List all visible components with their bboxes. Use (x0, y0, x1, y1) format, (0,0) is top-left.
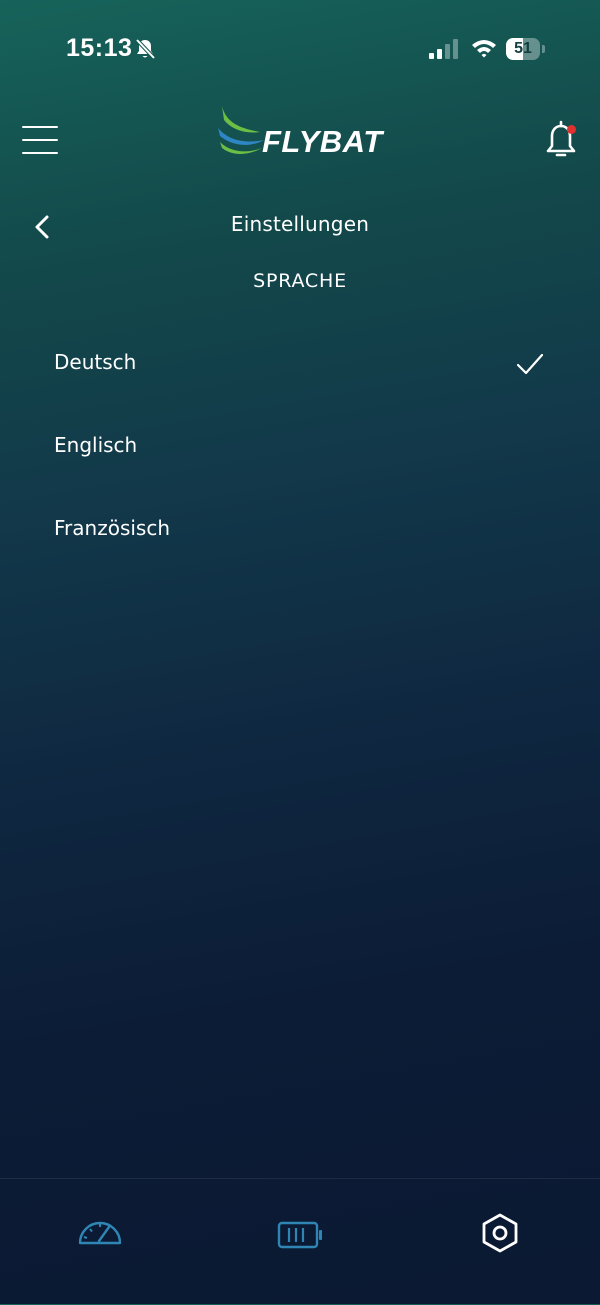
page-title: Einstellungen (230, 212, 370, 236)
flybat-logo-text: FLYBAT (262, 124, 383, 159)
back-button[interactable] (30, 212, 56, 242)
hexagon-nut-icon (482, 1213, 518, 1253)
language-list: Deutsch Englisch Französisch (0, 336, 600, 576)
language-option-deutsch[interactable]: Deutsch (0, 336, 600, 396)
bell-icon (546, 120, 576, 157)
language-option-franzoesisch[interactable]: Französisch (0, 502, 600, 562)
tab-battery[interactable] (270, 1209, 330, 1259)
battery-indicator: 51 (506, 38, 540, 60)
battery-icon (277, 1221, 322, 1249)
tab-settings[interactable] (470, 1209, 530, 1259)
language-label: Englisch (54, 433, 138, 457)
language-label: Französisch (54, 516, 171, 540)
battery-level: 51 (514, 40, 532, 57)
menu-button[interactable] (22, 124, 58, 156)
speedometer-icon (78, 1221, 122, 1245)
language-label: Deutsch (54, 350, 137, 374)
tab-dashboard[interactable] (70, 1209, 130, 1259)
flybat-logo-icon (218, 106, 264, 154)
muted-bell-icon (135, 38, 156, 60)
tab-bar (0, 1178, 600, 1305)
status-time: 15:13 (66, 34, 133, 62)
notification-dot (567, 125, 576, 134)
cellular-signal-icon (429, 39, 458, 59)
notifications-button[interactable] (543, 120, 581, 162)
section-title: SPRACHE (253, 270, 347, 292)
battery-cap (542, 45, 545, 53)
wifi-icon (472, 40, 496, 58)
language-option-englisch[interactable]: Englisch (0, 419, 600, 479)
chevron-left-icon (35, 215, 49, 239)
checkmark-icon (516, 353, 544, 375)
